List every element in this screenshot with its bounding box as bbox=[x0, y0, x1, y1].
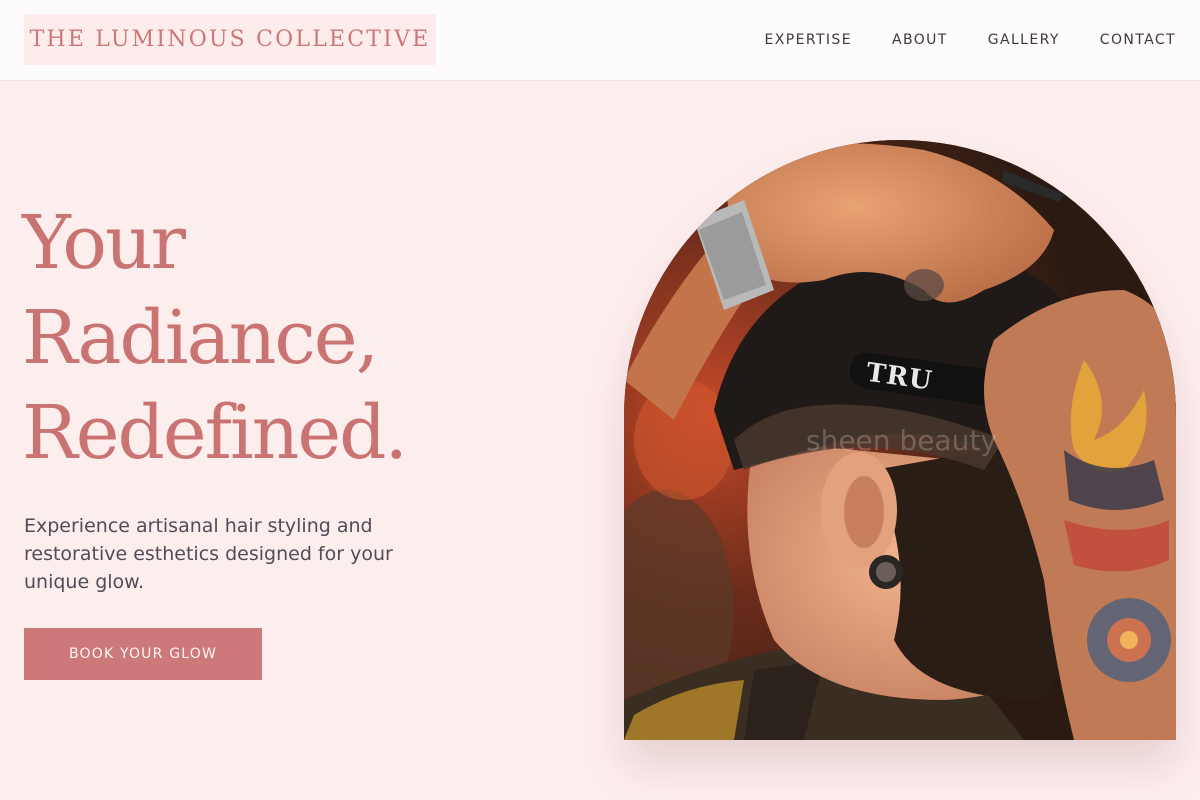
nav-link-expertise[interactable]: EXPERTISE bbox=[765, 32, 852, 48]
site-header: THE LUMINOUS COLLECTIVE EXPERTISE ABOUT … bbox=[0, 0, 1200, 81]
hero-title-line-2: Radiance, bbox=[22, 295, 379, 381]
image-watermark: sheen beauty bbox=[806, 424, 997, 457]
book-your-glow-button[interactable]: BOOK YOUR GLOW bbox=[24, 628, 262, 680]
logo[interactable]: THE LUMINOUS COLLECTIVE bbox=[24, 14, 436, 65]
hero-description: Experience artisanal hair styling and re… bbox=[24, 515, 393, 593]
main-nav: EXPERTISE ABOUT GALLERY CONTACT bbox=[725, 0, 1176, 80]
nav-link-gallery[interactable]: GALLERY bbox=[988, 32, 1060, 48]
nav-link-contact[interactable]: CONTACT bbox=[1100, 32, 1176, 48]
nav-link-about[interactable]: ABOUT bbox=[892, 32, 948, 48]
hero-title: Your Radiance, Redefined. bbox=[22, 196, 542, 481]
hero-title-line-1: Your bbox=[22, 200, 186, 286]
hero-image: TRU sheen beauty bbox=[624, 140, 1176, 740]
hero-title-line-3: Redefined. bbox=[22, 390, 408, 476]
